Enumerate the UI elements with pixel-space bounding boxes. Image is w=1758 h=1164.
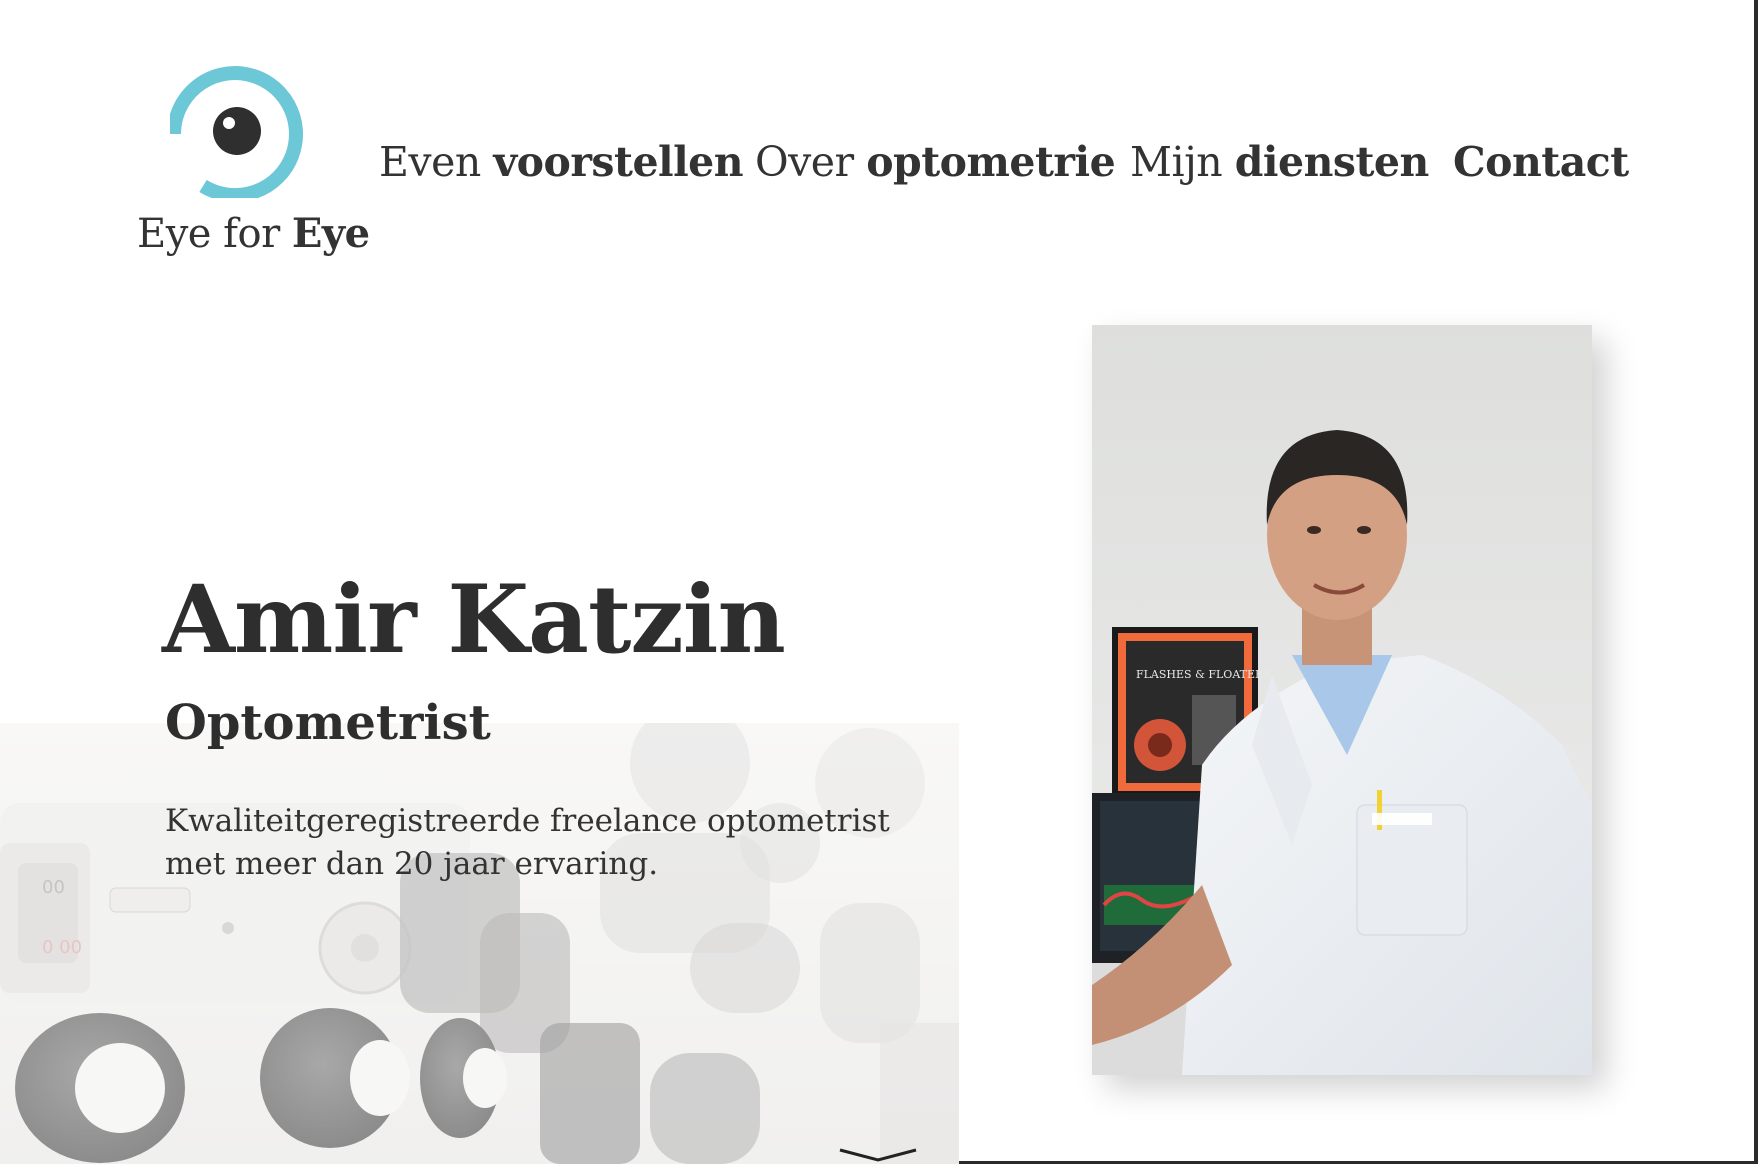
phoropter-illustration: 00 0 00 xyxy=(0,723,959,1164)
nav-item-over-optometrie[interactable]: Over optometrie xyxy=(755,138,1116,186)
portrait-photo: FLASHES & FLOATERS xyxy=(1092,325,1592,1075)
site-name-regular: Eye for xyxy=(137,211,280,257)
hero-name: Amir Katzin xyxy=(162,565,786,675)
hero-description: Kwaliteitgeregistreerde freelance optome… xyxy=(165,803,890,882)
optometrist-portrait-illustration: FLASHES & FLOATERS xyxy=(1092,325,1592,1075)
nav-item-regular: Even xyxy=(379,138,481,186)
nav-item-regular: Mijn xyxy=(1130,138,1223,186)
hero-role: Optometrist xyxy=(165,695,491,751)
nav-item-contact[interactable]: Contact xyxy=(1453,138,1629,186)
site-name: Eye for Eye xyxy=(137,210,370,257)
nav-item-regular: Over xyxy=(755,138,854,186)
nav-item-mijn-diensten[interactable]: Mijn diensten xyxy=(1130,138,1429,186)
phoropter-background-image: 00 0 00 xyxy=(0,723,959,1164)
nav-item-bold: Contact xyxy=(1453,138,1629,186)
nav-item-even-voorstellen[interactable]: Even voorstellen xyxy=(379,138,744,186)
poster-title: FLASHES & FLOATERS xyxy=(1136,668,1271,681)
site-name-bold: Eye xyxy=(291,210,370,257)
nav-item-bold: optometrie xyxy=(866,138,1116,186)
nav-item-bold: diensten xyxy=(1234,138,1430,186)
chevron-down-icon[interactable] xyxy=(838,1148,918,1164)
main-navigation: Even voorstellen Over optometrie Mijn di… xyxy=(0,138,1758,198)
nav-item-bold: voorstellen xyxy=(493,138,744,186)
